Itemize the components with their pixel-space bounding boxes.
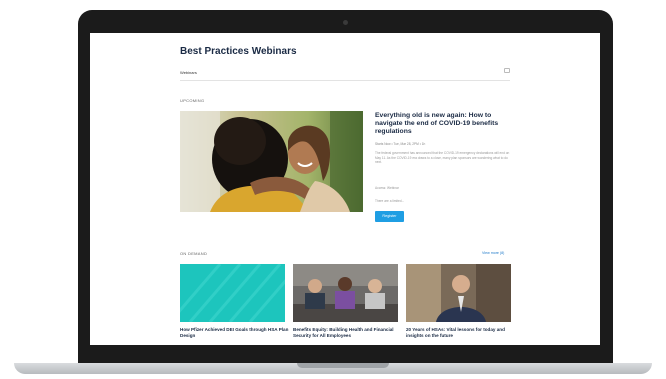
laptop-base-notch bbox=[297, 363, 389, 368]
card-title-3[interactable]: 20 Years of HSAs: Vital lessons for toda… bbox=[406, 327, 518, 339]
nav-link-webinars[interactable]: Webinars bbox=[180, 70, 197, 75]
upcoming-section-label: UPCOMING bbox=[180, 98, 205, 103]
card-thumbnail-3[interactable] bbox=[406, 264, 511, 322]
on-demand-section-label: ON DEMAND bbox=[180, 251, 208, 256]
speaker-photo-illustration bbox=[406, 264, 511, 322]
laptop-screen: Best Practices Webinars Webinars UPCOMIN… bbox=[90, 33, 600, 345]
teal-pattern-illustration bbox=[180, 264, 285, 322]
card-title-1[interactable]: How Pfizer Achieved DEI Goals through HS… bbox=[180, 327, 292, 339]
register-button[interactable]: Register bbox=[375, 211, 404, 222]
hugging-photo-illustration bbox=[180, 111, 363, 212]
view-more-link[interactable]: View more (8) bbox=[482, 251, 504, 255]
hero-image[interactable] bbox=[180, 111, 363, 212]
upcoming-webinar-note: There are a limited... bbox=[375, 199, 405, 203]
meeting-photo-illustration bbox=[293, 264, 398, 322]
upcoming-webinar-meta: Starts Now • Tue, Mar 28, 2PM • 1h bbox=[375, 142, 426, 146]
card-thumbnail-2[interactable] bbox=[293, 264, 398, 322]
webcam bbox=[343, 20, 348, 25]
page-title: Best Practices Webinars bbox=[180, 46, 297, 57]
card-title-2[interactable]: Benefits Equity: Building Health and Fin… bbox=[293, 327, 405, 339]
upcoming-webinar-title[interactable]: Everything old is new again: How to navi… bbox=[375, 112, 515, 137]
upcoming-webinar-access: Access: Webinar bbox=[375, 186, 399, 190]
mail-icon[interactable] bbox=[504, 68, 510, 73]
upcoming-webinar-description: The federal government has announced tha… bbox=[375, 151, 510, 164]
card-thumbnail-1[interactable] bbox=[180, 264, 285, 322]
nav-divider bbox=[180, 80, 510, 81]
